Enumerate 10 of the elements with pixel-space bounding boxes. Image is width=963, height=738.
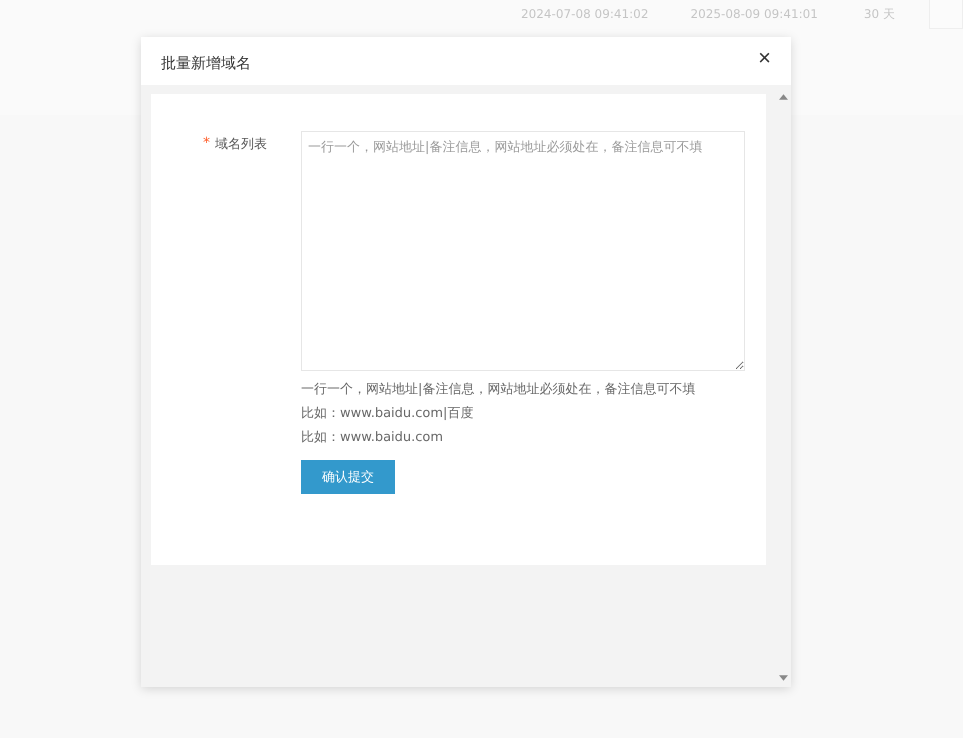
domain-list-field[interactable]: 一行一个，网站地址|备注信息，网站地址必须处在，备注信息可不填 <box>301 131 745 371</box>
hint-text: 比如：www.baidu.com|百度 <box>301 405 474 423</box>
hint-text: 一行一个，网站地址|备注信息，网站地址必须处在，备注信息可不填 <box>301 381 696 399</box>
dialog-title: 批量新增域名 <box>161 54 251 72</box>
required-mark: * <box>203 135 210 151</box>
scroll-down-icon[interactable] <box>779 675 788 681</box>
hint-text: 比如：www.baidu.com <box>301 429 444 447</box>
field-label: 域名列表 <box>215 136 267 151</box>
scroll-up-icon[interactable] <box>779 94 788 100</box>
close-button[interactable]: × <box>758 47 771 69</box>
